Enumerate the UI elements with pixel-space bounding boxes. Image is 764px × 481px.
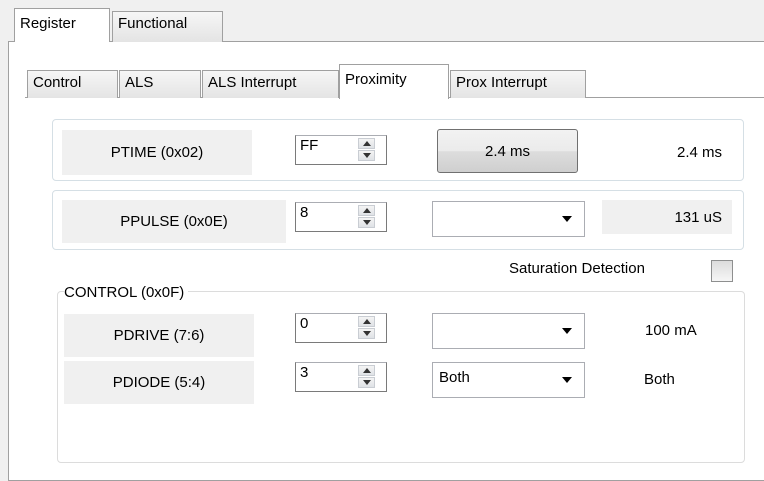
tab-als-interrupt-label: ALS Interrupt xyxy=(208,74,297,91)
pdrive-dropdown[interactable] xyxy=(432,313,585,349)
pdiode-dropdown-value: Both xyxy=(439,369,470,386)
tab-prox-interrupt-label: Prox Interrupt xyxy=(456,74,547,91)
dropdown-arrow-icon xyxy=(562,328,572,334)
pdiode-decrement-button[interactable] xyxy=(358,377,375,388)
pdrive-label: PDRIVE (7:6) xyxy=(64,314,254,357)
dropdown-arrow-icon xyxy=(562,377,572,383)
pdiode-value[interactable]: 3 xyxy=(300,364,308,381)
tab-als[interactable]: ALS xyxy=(119,70,201,98)
tab-functional[interactable]: Functional xyxy=(112,11,223,42)
chevron-up-icon xyxy=(363,319,371,324)
pdiode-label-text: PDIODE (5:4) xyxy=(112,374,206,391)
ptime-label: PTIME (0x02) xyxy=(62,130,252,175)
chevron-down-icon xyxy=(363,331,371,336)
ppulse-label: PPULSE (0x0E) xyxy=(62,200,286,243)
ptime-button-label: 2.4 ms xyxy=(484,142,530,160)
ptime-time-button[interactable]: 2.4 ms xyxy=(437,129,578,173)
tab-prox-interrupt[interactable]: Prox Interrupt xyxy=(450,70,586,98)
ppulse-dropdown[interactable] xyxy=(432,201,585,237)
chevron-down-icon xyxy=(363,153,371,158)
ptime-result: 2.4 ms xyxy=(676,144,722,161)
pdrive-value[interactable]: 0 xyxy=(300,315,308,332)
saturation-detection-checkbox[interactable] xyxy=(711,260,733,282)
ppulse-increment-button[interactable] xyxy=(358,205,375,216)
ptime-value[interactable]: FF xyxy=(300,137,318,154)
tab-functional-label: Functional xyxy=(118,15,188,32)
tab-als-label: ALS xyxy=(125,74,154,91)
tab-register[interactable]: Register xyxy=(14,8,110,42)
pdiode-result: Both xyxy=(644,371,675,388)
pdiode-dropdown[interactable]: Both xyxy=(432,362,585,398)
ppulse-result: 131 uS xyxy=(674,208,722,226)
pdrive-increment-button[interactable] xyxy=(358,316,375,327)
tab-control-label: Control xyxy=(33,74,82,91)
ppulse-result-box: 131 uS xyxy=(602,200,732,234)
dropdown-arrow-icon xyxy=(562,216,572,222)
pdrive-decrement-button[interactable] xyxy=(358,328,375,339)
pdiode-stepper[interactable]: 3 xyxy=(295,362,387,392)
tab-als-interrupt[interactable]: ALS Interrupt xyxy=(202,70,339,98)
ppulse-stepper[interactable]: 8 xyxy=(295,202,387,232)
ptime-increment-button[interactable] xyxy=(358,138,375,149)
saturation-detection-label: Saturation Detection xyxy=(509,260,645,277)
tab-register-label: Register xyxy=(20,15,76,32)
chevron-down-icon xyxy=(363,380,371,385)
control-group-title: CONTROL (0x0F) xyxy=(64,284,189,301)
tab-control[interactable]: Control xyxy=(27,70,118,98)
pdiode-increment-button[interactable] xyxy=(358,365,375,376)
ptime-decrement-button[interactable] xyxy=(358,150,375,161)
chevron-up-icon xyxy=(363,208,371,213)
tab-proximity[interactable]: Proximity xyxy=(339,64,449,99)
tab-proximity-label: Proximity xyxy=(345,71,407,88)
pdiode-label: PDIODE (5:4) xyxy=(64,361,254,404)
chevron-down-icon xyxy=(363,220,371,225)
ppulse-value[interactable]: 8 xyxy=(300,204,308,221)
chevron-up-icon xyxy=(363,141,371,146)
ptime-stepper[interactable]: FF xyxy=(295,135,387,165)
ppulse-decrement-button[interactable] xyxy=(358,217,375,228)
pdrive-result: 100 mA xyxy=(645,322,697,339)
ptime-label-text: PTIME (0x02) xyxy=(110,144,204,161)
pdrive-stepper[interactable]: 0 xyxy=(295,313,387,343)
ppulse-label-text: PPULSE (0x0E) xyxy=(120,213,228,230)
pdrive-label-text: PDRIVE (7:6) xyxy=(113,327,205,344)
chevron-up-icon xyxy=(363,368,371,373)
